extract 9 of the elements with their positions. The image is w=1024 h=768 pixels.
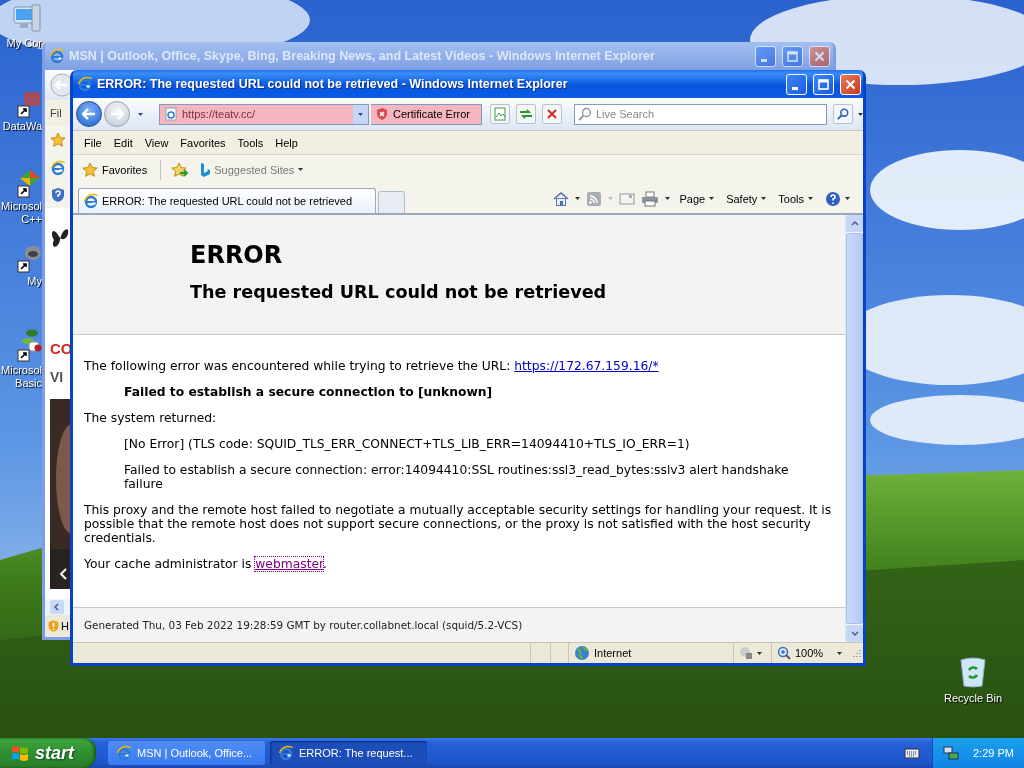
browser-icon <box>278 745 294 761</box>
windows-flag-icon <box>10 744 30 762</box>
taskbar-button[interactable]: MSN | Outlook, Office... <box>108 741 265 765</box>
browser-icon <box>116 745 132 761</box>
keyboard-icon[interactable] <box>904 747 920 759</box>
network-icon[interactable] <box>943 745 959 761</box>
clock: 2:29 PM <box>973 747 1014 759</box>
start-button[interactable]: start <box>0 738 96 768</box>
taskbar-button[interactable]: ERROR: The request... <box>270 741 427 765</box>
